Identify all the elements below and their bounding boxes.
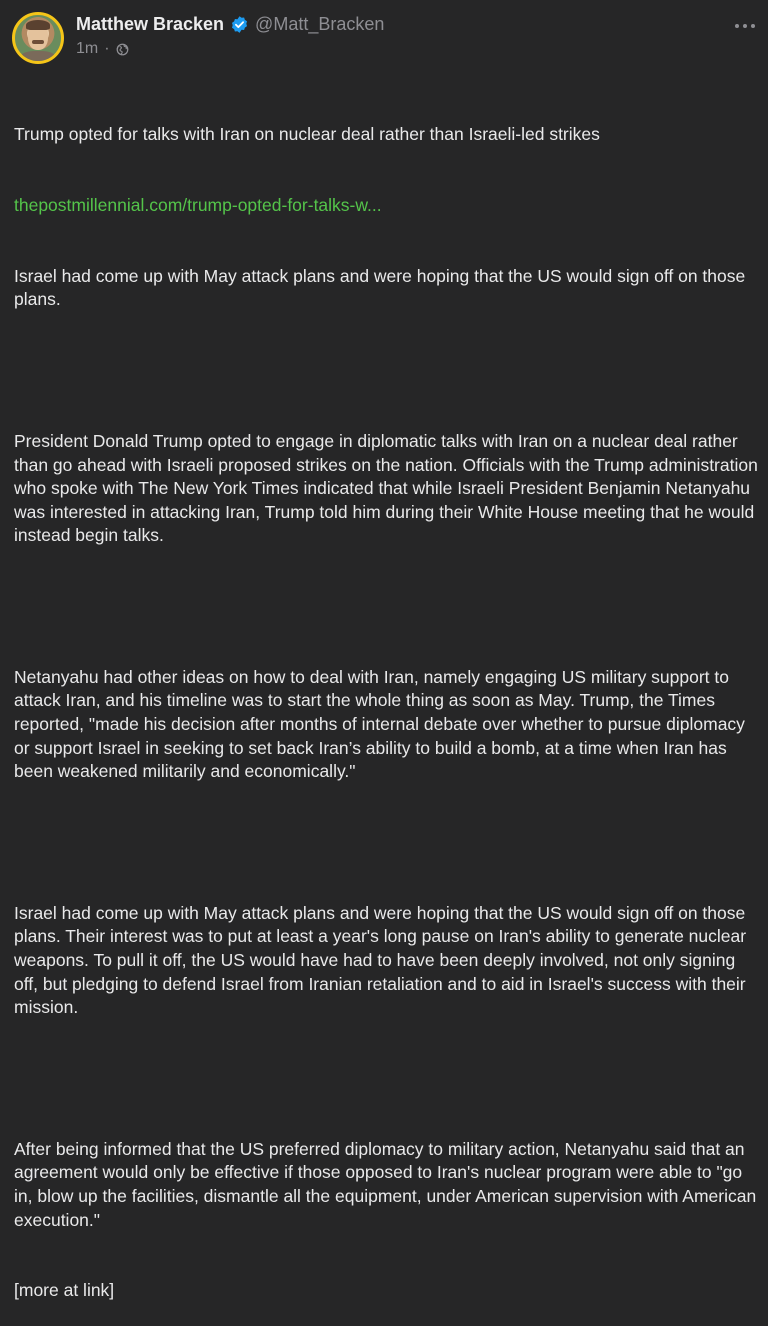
globe-icon [116,43,129,56]
avatar-mustache [32,40,44,44]
post-summary: Israel had come up with May attack plans… [14,265,751,310]
post-body: Trump opted for talks with Iran on nucle… [14,76,758,1326]
more-at-link: [more at link] [14,1280,115,1301]
avatar-hair [26,20,50,30]
post-title: Trump opted for talks with Iran on nucle… [14,124,600,145]
post-header: Matthew Bracken @Matt_Bracken 1m · [12,12,756,64]
avatar-shirt [20,51,56,61]
post-paragraph: After being informed that the US preferr… [14,1138,762,1230]
avatar[interactable] [12,12,64,64]
more-options-icon[interactable] [734,18,756,28]
post-paragraph: Israel had come up with May attack plans… [14,902,751,1018]
meta-separator: · [104,40,110,57]
author-display-name[interactable]: Matthew Bracken [76,14,224,35]
post-meta: 1m · [76,40,129,58]
author-handle[interactable]: @Matt_Bracken [255,14,384,35]
post-paragraph: Netanyahu had other ideas on how to deal… [14,666,750,782]
post-paragraph: President Donald Trump opted to engage i… [14,430,763,546]
post-timestamp[interactable]: 1m [76,40,98,58]
verified-badge-icon [230,15,249,34]
article-link[interactable]: thepostmillennial.com/trump-opted-for-ta… [14,194,758,218]
author-row: Matthew Bracken @Matt_Bracken [76,14,384,35]
